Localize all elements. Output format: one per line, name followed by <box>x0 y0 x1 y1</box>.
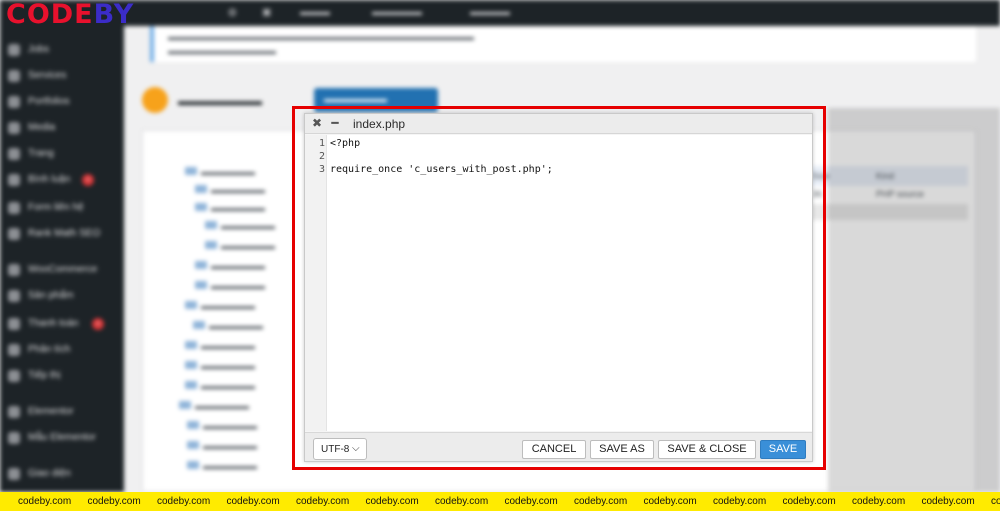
folder-tree-item: ▬▬▬▬▬▬ <box>195 203 265 213</box>
folder-tree-item: ▬▬▬▬▬▬ <box>205 221 275 231</box>
menu-icon <box>8 468 20 480</box>
sidebar-menu-item: WooCommerce <box>0 258 124 282</box>
watermark-strip-text: codeby.com <box>157 496 211 507</box>
menu-icon <box>8 344 20 356</box>
sidebar-menu-item: Sản phẩm <box>0 284 124 308</box>
notice-line: ▬▬▬▬▬▬▬▬▬▬▬▬▬▬▬▬▬▬▬▬▬▬▬▬▬▬▬▬▬▬▬▬▬▬ <box>168 32 474 42</box>
sidebar-menu-item: Bình luận • <box>0 168 124 192</box>
folder-tree-item: ▬▬▬▬▬▬ <box>185 167 255 177</box>
menu-icon <box>8 228 20 240</box>
watermark-strip-text: codeby.com <box>435 496 489 507</box>
admin-bar-item: ◍ <box>228 7 237 18</box>
menu-icon <box>8 70 20 82</box>
folder-tree-item: ▬▬▬▬▬▬ <box>187 421 257 431</box>
menu-icon <box>8 174 20 186</box>
menu-icon <box>8 44 20 56</box>
highlight-frame <box>292 106 826 470</box>
file-manager-title: ▬▬▬▬▬▬▬ <box>178 94 262 108</box>
watermark-strip-text: codeby.com <box>226 496 280 507</box>
menu-icon <box>8 370 20 382</box>
menu-label: Jobs <box>28 44 50 55</box>
admin-bar-item: ▣ <box>262 7 272 18</box>
watermark-strip-text: codeby.com <box>713 496 767 507</box>
sidebar-menu-item: Media <box>0 116 124 140</box>
menu-icon <box>8 318 20 330</box>
logo-text-code: CODE <box>6 0 94 30</box>
menu-label: Portfolios <box>28 96 70 107</box>
sidebar-menu-item: Elementor <box>0 400 124 424</box>
notification-badge: • <box>92 318 104 330</box>
admin-bar-item: ▬▬▬▬▬ <box>372 7 422 18</box>
watermark-strip-text: codeby.com <box>782 496 836 507</box>
sidebar-menu-item: Mẫu Elementor <box>0 426 124 450</box>
folder-tree-item: ▬▬▬▬▬▬ <box>185 341 255 351</box>
menu-label: Services <box>28 70 67 81</box>
admin-bar-item: ▬▬▬ <box>300 7 330 18</box>
file-manager-logo-icon <box>142 87 168 113</box>
sidebar-menu-item: Trang <box>0 142 124 166</box>
menu-label: Mẫu Elementor <box>28 432 96 443</box>
watermark-strip-text: codeby.com <box>504 496 558 507</box>
sidebar-menu-item: Services <box>0 64 124 88</box>
sidebar-menu-item: Jobs <box>0 38 124 62</box>
notification-badge: • <box>82 174 94 186</box>
admin-bar: ◍ ▣ ▬▬▬ ▬▬▬▬▬ ▬▬▬▬ <box>0 0 1000 26</box>
menu-label: Form liên hệ <box>28 202 84 213</box>
watermark-strip-text: codeby.com <box>574 496 628 507</box>
watermark-strip-text: codeby.com <box>365 496 419 507</box>
admin-bar-item: ▬▬▬▬ <box>470 7 510 18</box>
folder-tree-item: ▬▬▬▬▬▬ <box>195 185 265 195</box>
sidebar-menu-item: Giao diện <box>0 462 124 486</box>
menu-icon <box>8 122 20 134</box>
folder-tree-item: ▬▬▬▬▬▬ <box>205 241 275 251</box>
menu-icon <box>8 432 20 444</box>
logo-text-by: BY <box>93 0 135 30</box>
menu-label: Elementor <box>28 406 74 417</box>
menu-icon <box>8 148 20 160</box>
menu-label: Thanh toán <box>28 318 79 329</box>
menu-label: Giao diện <box>28 468 71 479</box>
sidebar-menu-item: Portfolios <box>0 90 124 114</box>
menu-label: Media <box>28 122 56 133</box>
menu-icon <box>8 202 20 214</box>
menu-icon <box>8 96 20 108</box>
folder-tree-item: ▬▬▬▬▬▬ <box>193 321 263 331</box>
sidebar-menu-item: Phân tích <box>0 338 124 362</box>
menu-label: Tiếp thị <box>28 370 61 381</box>
menu-label: Trang <box>28 148 54 159</box>
sidebar-menu-item: Tiếp thị <box>0 364 124 388</box>
sidebar-menu-item: Rank Math SEO <box>0 222 124 246</box>
folder-tree-item: ▬▬▬▬▬▬ <box>185 361 255 371</box>
folder-tree-item: ▬▬▬▬▬▬ <box>179 401 249 411</box>
watermark-strip: codeby.com codeby.com codeby.com codeby.com… <box>0 492 1000 511</box>
admin-notice: ▬▬▬▬▬▬▬▬▬▬▬▬▬▬▬▬▬▬▬▬▬▬▬▬▬▬▬▬▬▬▬▬▬▬ ▬▬▬▬▬… <box>150 26 976 62</box>
modal-overlay <box>828 108 1000 492</box>
watermark-strip-text: codeby.com <box>87 496 141 507</box>
watermark-strip-text: codeby.com <box>18 496 72 507</box>
menu-icon <box>8 264 20 276</box>
folder-tree-item: ▬▬▬▬▬▬ <box>195 281 265 291</box>
sidebar-menu-item: Form liên hệ <box>0 196 124 220</box>
menu-icon <box>8 290 20 302</box>
sidebar-menu-item: Thanh toán • <box>0 312 124 336</box>
folder-tree-item: ▬▬▬▬▬▬ <box>185 301 255 311</box>
codeby-logo: CODEBY <box>6 0 134 30</box>
menu-label: Sản phẩm <box>28 290 74 301</box>
menu-label: Bình luận <box>28 174 71 185</box>
menu-label: Rank Math SEO <box>28 228 101 239</box>
folder-tree-item: ▬▬▬▬▬▬ <box>187 441 257 451</box>
menu-label: WooCommerce <box>28 264 98 275</box>
menu-icon <box>8 406 20 418</box>
watermark-strip-text: codeby.com <box>852 496 906 507</box>
watermark-strip-text: codeby.com <box>921 496 975 507</box>
admin-side-menu: Jobs Services Portfolios Media Trang Bình luậ… <box>0 26 124 492</box>
watermark-strip-text: codeby.com <box>991 496 1000 507</box>
folder-tree-item: ▬▬▬▬▬▬ <box>185 381 255 391</box>
notice-line: ▬▬▬▬▬▬▬▬▬▬▬▬ <box>168 46 276 56</box>
watermark-strip-text: codeby.com <box>296 496 350 507</box>
watermark-strip-text: codeby.com <box>643 496 697 507</box>
folder-tree-item: ▬▬▬▬▬▬ <box>187 461 257 471</box>
folder-tree-item: ▬▬▬▬▬▬ <box>195 261 265 271</box>
menu-label: Phân tích <box>28 344 71 355</box>
